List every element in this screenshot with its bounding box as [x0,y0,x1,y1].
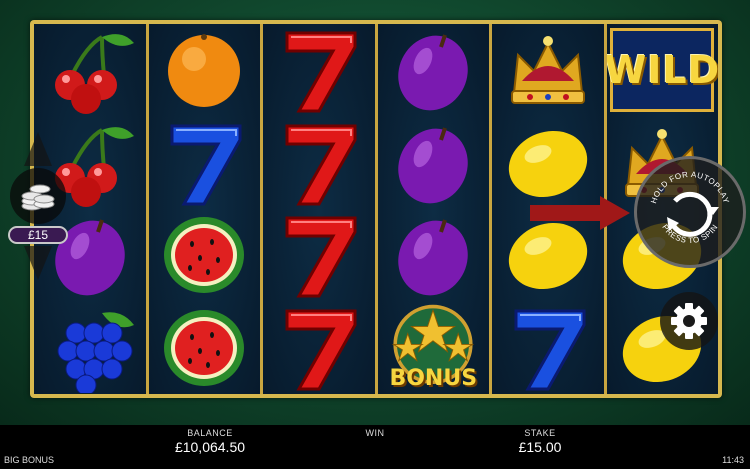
stake-decrease-button[interactable] [24,246,52,280]
symbol-watermelon [149,302,261,395]
game-title: BIG BONUS [4,455,55,465]
balance-display: BALANCE £10,064.50 [170,428,250,455]
win-display: WIN [340,428,410,439]
win-label: WIN [365,428,385,438]
wild-symbol: WILD [607,28,718,113]
stake-chips-button[interactable] [10,168,66,224]
spin-hold-text: HOLD FOR AUTOPLAY [649,170,730,205]
symbol-plum [378,24,490,117]
symbol-seven-red [263,24,375,117]
symbol-seven-blue [492,302,604,395]
symbol-seven-red [263,117,375,210]
symbol-crown [492,24,604,117]
arrow-hint-icon [530,196,630,230]
symbol-grapes [34,302,146,395]
balance-value: £10,064.50 [174,439,246,455]
svg-text:HOLD FOR AUTOPLAY: HOLD FOR AUTOPLAY [649,170,731,205]
symbol-bonus: BONUS [378,302,490,395]
reel-2 [148,24,261,395]
bonus-text: BONUS [389,365,478,391]
stake-label: STAKE [524,428,556,438]
info-bar: BALANCE £10,064.50 WIN STAKE £15.00 BIG … [0,425,750,469]
symbol-seven-red [263,302,375,395]
stake-display: STAKE £15.00 [505,428,575,455]
symbol-seven-blue [149,117,261,210]
gear-icon [671,303,707,339]
stake-increase-button[interactable] [24,132,52,166]
reel-4: BONUS [377,24,490,395]
symbol-cherry [34,24,146,117]
chips-icon [21,184,55,211]
symbol-watermelon [149,209,261,302]
reel-3 [263,24,375,394]
stake-control: £15 [6,132,70,288]
settings-button[interactable] [660,292,718,350]
symbol-wild: WILD [607,24,718,117]
symbol-plum [378,117,490,210]
symbol-seven-red [263,209,375,302]
symbol-plum [378,209,490,302]
stake-value: £15.00 [518,439,562,455]
balance-label: BALANCE [187,428,233,438]
stake-chip-label: £15 [8,226,68,244]
symbol-orange [149,24,261,117]
clock: 11:43 [722,455,744,465]
spin-button[interactable]: HOLD FOR AUTOPLAY PRESS TO SPIN [634,156,746,268]
spin-icon: HOLD FOR AUTOPLAY PRESS TO SPIN [649,170,731,245]
